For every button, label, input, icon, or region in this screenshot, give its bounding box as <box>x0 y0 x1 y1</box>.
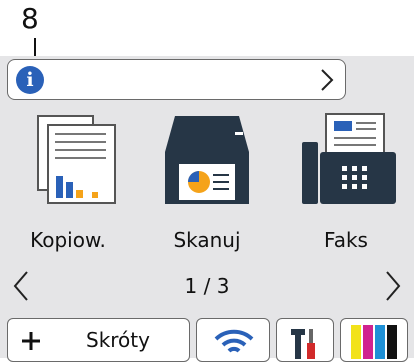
shortcuts-button[interactable]: Skróty <box>7 318 190 362</box>
copy-icon <box>37 115 116 204</box>
wifi-icon <box>214 329 254 353</box>
fax-label: Faks <box>324 228 368 252</box>
settings-button[interactable] <box>276 318 334 362</box>
shortcuts-label: Skróty <box>86 328 150 352</box>
page-indicator: 1 / 3 <box>184 274 230 298</box>
tools-icon <box>291 329 315 359</box>
info-icon[interactable]: i <box>16 66 44 94</box>
copy-tile[interactable]: Kopiow. <box>8 112 128 262</box>
scan-label: Skanuj <box>173 228 241 252</box>
toner-button[interactable] <box>340 318 408 362</box>
chevron-right-icon[interactable] <box>384 270 402 302</box>
lcd-screen: i Kopiow. Skanuj Faks 1 / 3 Skróty <box>0 56 414 362</box>
information-bar[interactable]: i <box>7 59 346 100</box>
copy-label: Kopiow. <box>30 228 106 252</box>
chevron-right-icon <box>321 69 334 91</box>
scan-tile[interactable]: Skanuj <box>147 112 267 262</box>
toner-icon <box>351 325 397 359</box>
callout-number: 8 <box>21 2 39 35</box>
fax-tile[interactable]: Faks <box>286 112 406 262</box>
scan-icon <box>165 116 249 204</box>
fax-icon <box>302 113 396 204</box>
plus-icon <box>22 332 40 350</box>
wifi-button[interactable] <box>196 318 270 362</box>
pager: 1 / 3 <box>0 268 414 308</box>
